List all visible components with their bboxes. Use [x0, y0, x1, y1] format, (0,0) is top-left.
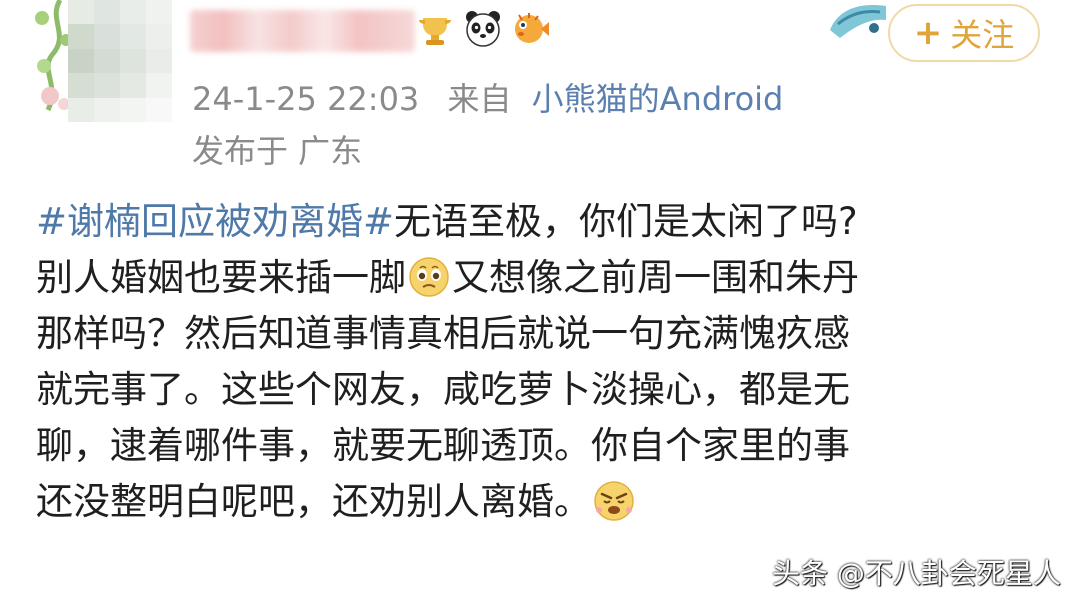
user-badges: 2: [415, 8, 551, 48]
post-text-6: 还没整明白呢吧，还劝别人离婚。: [36, 480, 591, 523]
post-line-6: 还没整明白呢吧，还劝别人离婚。: [36, 474, 1046, 530]
svg-text:2: 2: [442, 38, 448, 48]
follow-plus-icon: +: [913, 13, 943, 53]
post-line-4: 就完事了。这些个网友，咸吃萝卜淡操心，都是无: [36, 368, 850, 411]
source-app-link[interactable]: 小熊猫的Android: [532, 80, 784, 118]
avatar-mosaic: [68, 0, 172, 122]
post-line-5: 聊，逮着哪件事，就要无聊透顶。你自个家里的事: [36, 424, 850, 467]
post-line-2: 别人婚姻也要来插一脚 又想像之前周一围和朱丹: [36, 250, 1046, 306]
card-decoration-icon: [830, 5, 886, 38]
follow-button[interactable]: + 关注: [888, 4, 1040, 62]
post-timestamp: 24-1-25 22:03: [192, 80, 420, 118]
avatar[interactable]: [30, 0, 180, 125]
post-line-3: 那样吗？然后知道事情真相后就说一句充满愧疚感: [36, 312, 850, 355]
post-text-2a: 别人婚姻也要来插一脚: [36, 256, 406, 299]
post-text-1: 无语至极，你们是太闲了吗?: [394, 200, 858, 243]
source-prefix: 来自: [447, 80, 512, 118]
trophy-badge-icon: 2: [419, 18, 451, 48]
username-blurred[interactable]: [190, 10, 415, 52]
panda-icon: [466, 11, 500, 47]
watermark: 头条 @不八卦会死星人: [772, 557, 1061, 590]
hashtag-link[interactable]: #谢楠回应被劝离婚#: [36, 200, 394, 243]
post-line-1: #谢楠回应被劝离婚#无语至极，你们是太闲了吗?: [36, 194, 1046, 250]
frustrated-face-emoji-icon: [594, 481, 634, 521]
pleading-face-emoji-icon: [409, 257, 449, 297]
post-location: 发布于 广东: [192, 132, 363, 170]
post-text-2b: 又想像之前周一围和朱丹: [452, 256, 859, 299]
pufferfish-icon: [515, 13, 549, 43]
post-meta: 24-1-25 22:03 来自 小熊猫的Android: [192, 74, 783, 120]
post-body: #谢楠回应被劝离婚#无语至极，你们是太闲了吗? 别人婚姻也要来插一脚 又想像之前…: [36, 194, 1046, 530]
follow-button-label: 关注: [950, 16, 1015, 54]
